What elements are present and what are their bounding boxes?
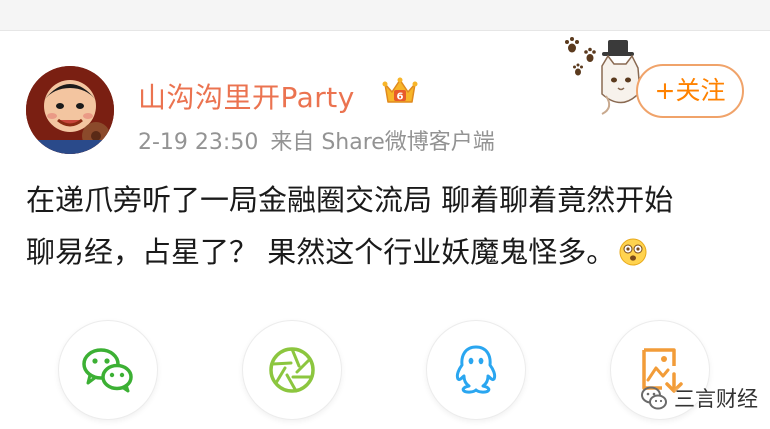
qq-icon — [455, 345, 497, 394]
moments-icon — [269, 347, 315, 393]
avatar-image — [26, 66, 114, 154]
watermark: 三言财经 — [640, 381, 758, 415]
share-wechat-button[interactable] — [58, 320, 158, 420]
author-name[interactable]: 山沟沟里开Party — [138, 76, 355, 116]
wechat-icon — [82, 348, 133, 393]
wechat-watermark-icon — [641, 386, 667, 410]
vip-crown-icon: 6 — [382, 77, 418, 103]
share-qq-button[interactable] — [426, 320, 526, 420]
vip-level: 6 — [397, 92, 404, 103]
watermark-text: 三言财经 — [674, 387, 758, 411]
post-text-line-1: 在递爪旁听了一局金融圈交流局 聊着聊着竟然开始 — [26, 183, 674, 217]
avatar[interactable] — [26, 66, 114, 154]
follow-button[interactable]: +关注 — [636, 64, 744, 118]
dizzy-face-emoji-icon — [619, 238, 647, 266]
post-time: 2-19 23:50 — [138, 130, 259, 155]
post-text-line-2: 聊易经，占星了？ 果然这个行业妖魔鬼怪多。 — [26, 226, 746, 278]
post-text-line-2-text: 聊易经，占星了？ 果然这个行业妖魔鬼怪多。 — [26, 235, 616, 269]
post-meta: 2-19 23:50 来自 Share微博客户端 — [138, 124, 495, 156]
share-moments-button[interactable] — [242, 320, 342, 420]
post-content: 在递爪旁听了一局金融圈交流局 聊着聊着竟然开始 聊易经，占星了？ 果然这个行业妖… — [26, 174, 746, 278]
post-source: 来自 Share微博客户端 — [270, 130, 495, 155]
top-bar — [0, 0, 770, 31]
cat-sticker-icon — [565, 37, 641, 115]
